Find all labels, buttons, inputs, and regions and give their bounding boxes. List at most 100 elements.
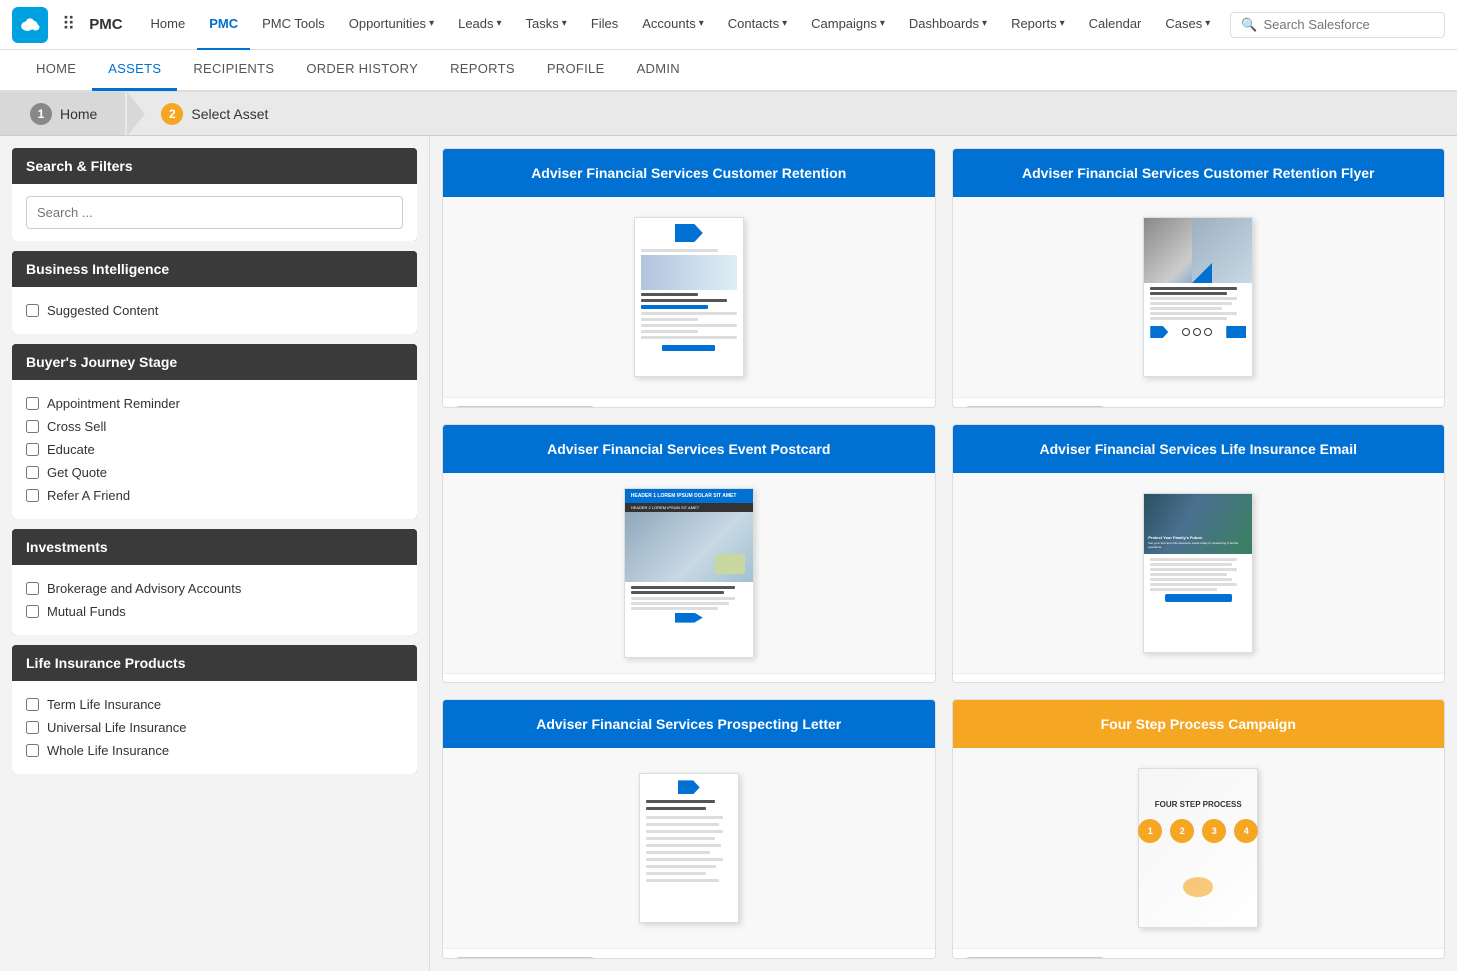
nav-accounts[interactable]: Accounts ▾ [630, 0, 716, 50]
asset-card-5-preview [443, 748, 935, 948]
cross-sell-label: Cross Sell [47, 419, 106, 434]
postcard-sub-text: HEADER 2 LOREM IPSUM SIT AMET [625, 503, 753, 512]
asset-card-2: Adviser Financial Services Customer Rete… [952, 148, 1446, 408]
refer-friend-checkbox[interactable] [26, 489, 39, 502]
cases-arrow: ▾ [1205, 18, 1210, 29]
investments-header: Investments [12, 529, 417, 565]
asset-card-3-footer: Select Format ▾ 📄 [443, 673, 935, 684]
asset-card-4: Adviser Financial Services Life Insuranc… [952, 424, 1446, 684]
subnav-assets[interactable]: ASSETS [92, 49, 177, 91]
nav-pmc[interactable]: PMC [197, 0, 250, 50]
get-quote-label: Get Quote [47, 465, 107, 480]
subnav-reports[interactable]: REPORTS [434, 49, 531, 91]
subnav-profile[interactable]: PROFILE [531, 49, 621, 91]
cross-sell-checkbox[interactable] [26, 420, 39, 433]
dashboards-arrow: ▾ [982, 18, 987, 29]
asset-card-2-preview [953, 197, 1445, 397]
appointment-reminder-checkbox[interactable] [26, 397, 39, 410]
nav-pmc-tools[interactable]: PMC Tools [250, 0, 337, 50]
nav-reports[interactable]: Reports ▾ [999, 0, 1077, 50]
insurance-item-term[interactable]: Term Life Insurance [26, 693, 403, 716]
nav-contacts[interactable]: Contacts ▾ [716, 0, 799, 50]
asset-4-select-format-button[interactable]: Select Format ▾ [965, 682, 1105, 684]
educate-label: Educate [47, 442, 95, 457]
universal-life-checkbox[interactable] [26, 721, 39, 734]
asset-2-select-format-button[interactable]: Select Format ▾ [965, 406, 1105, 408]
journey-item-educate[interactable]: Educate [26, 438, 403, 461]
business-intelligence-section: Business Intelligence Suggested Content [12, 251, 417, 334]
subnav-recipients[interactable]: RECIPIENTS [177, 49, 290, 91]
main-layout: Search & Filters Business Intelligence S… [0, 136, 1457, 971]
nav-dashboards[interactable]: Dashboards ▾ [897, 0, 999, 50]
nav-cases[interactable]: Cases ▾ [1153, 0, 1222, 50]
app-name-label: PMC [89, 16, 122, 33]
investment-item-mutual-funds[interactable]: Mutual Funds [26, 600, 403, 623]
asset-card-3-preview: HEADER 1 LOREM IPSUM DOLAR SIT AMET HEAD… [443, 473, 935, 673]
app-launcher-button[interactable]: ⠿ [56, 10, 81, 39]
mutual-funds-checkbox[interactable] [26, 605, 39, 618]
brokerage-checkbox[interactable] [26, 582, 39, 595]
search-filters-header: Search & Filters [12, 148, 417, 184]
search-input[interactable] [1263, 17, 1434, 32]
subnav-admin[interactable]: ADMIN [621, 49, 696, 91]
sub-navigation: HOME ASSETS RECIPIENTS ORDER HISTORY REP… [0, 50, 1457, 92]
nav-links: Home PMC PMC Tools Opportunities ▾ Leads… [139, 0, 1223, 50]
asset-1-select-format-button[interactable]: Select Format ▾ [455, 406, 595, 408]
nav-files[interactable]: Files [579, 0, 630, 50]
assets-grid: Adviser Financial Services Customer Rete… [430, 136, 1457, 971]
tasks-arrow: ▾ [562, 18, 567, 29]
brokerage-label: Brokerage and Advisory Accounts [47, 581, 241, 596]
asset-5-select-format-button[interactable]: Select Format ▾ [455, 957, 595, 959]
asset-3-select-format-button[interactable]: Select Format ▾ [455, 682, 595, 684]
subnav-order-history[interactable]: ORDER HISTORY [290, 49, 434, 91]
investments-body: Brokerage and Advisory Accounts Mutual F… [12, 565, 417, 635]
refer-friend-label: Refer A Friend [47, 488, 130, 503]
suggested-content-item[interactable]: Suggested Content [26, 299, 403, 322]
search-filters-section: Search & Filters [12, 148, 417, 241]
life-insurance-section: Life Insurance Products Term Life Insura… [12, 645, 417, 774]
buyers-journey-section: Buyer's Journey Stage Appointment Remind… [12, 344, 417, 519]
journey-item-appointment-reminder[interactable]: Appointment Reminder [26, 392, 403, 415]
universal-life-label: Universal Life Insurance [47, 720, 186, 735]
step-2-number: 2 [161, 103, 183, 125]
contacts-arrow: ▾ [782, 18, 787, 29]
breadcrumb-step-2[interactable]: 2 Select Asset [125, 92, 298, 135]
term-life-label: Term Life Insurance [47, 697, 161, 712]
asset-card-4-header: Adviser Financial Services Life Insuranc… [953, 425, 1445, 473]
asset-card-1: Adviser Financial Services Customer Rete… [442, 148, 936, 408]
subnav-home[interactable]: HOME [20, 49, 92, 91]
journey-item-get-quote[interactable]: Get Quote [26, 461, 403, 484]
get-quote-checkbox[interactable] [26, 466, 39, 479]
nav-campaigns[interactable]: Campaigns ▾ [799, 0, 897, 50]
life-insurance-header: Life Insurance Products [12, 645, 417, 681]
nav-calendar[interactable]: Calendar [1077, 0, 1154, 50]
investment-item-brokerage[interactable]: Brokerage and Advisory Accounts [26, 577, 403, 600]
whole-life-checkbox[interactable] [26, 744, 39, 757]
step-1-number: 1 [30, 103, 52, 125]
asset-card-5-footer: Select Format ▾ 📄 [443, 948, 935, 959]
asset-search-input[interactable] [26, 196, 403, 229]
opportunities-arrow: ▾ [429, 18, 434, 29]
journey-item-refer-friend[interactable]: Refer A Friend [26, 484, 403, 507]
postcard-header-text: HEADER 1 LOREM IPSUM DOLAR SIT AMET [625, 489, 753, 503]
breadcrumb-step-1[interactable]: 1 Home [0, 92, 127, 135]
whole-life-label: Whole Life Insurance [47, 743, 169, 758]
top-navigation: ⠿ PMC Home PMC PMC Tools Opportunities ▾… [0, 0, 1457, 50]
suggested-content-label: Suggested Content [47, 303, 158, 318]
nav-opportunities[interactable]: Opportunities ▾ [337, 0, 446, 50]
asset-card-1-header: Adviser Financial Services Customer Rete… [443, 149, 935, 197]
educate-checkbox[interactable] [26, 443, 39, 456]
term-life-checkbox[interactable] [26, 698, 39, 711]
nav-leads[interactable]: Leads ▾ [446, 0, 513, 50]
leads-arrow: ▾ [497, 18, 502, 29]
asset-6-select-format-button[interactable]: Select Format ▾ [965, 957, 1105, 959]
journey-item-cross-sell[interactable]: Cross Sell [26, 415, 403, 438]
search-filters-body [12, 184, 417, 241]
insurance-item-whole[interactable]: Whole Life Insurance [26, 739, 403, 762]
nav-home[interactable]: Home [139, 0, 198, 50]
asset-card-3: Adviser Financial Services Event Postcar… [442, 424, 936, 684]
insurance-item-universal[interactable]: Universal Life Insurance [26, 716, 403, 739]
campaigns-arrow: ▾ [880, 18, 885, 29]
nav-tasks[interactable]: Tasks ▾ [514, 0, 579, 50]
suggested-content-checkbox[interactable] [26, 304, 39, 317]
